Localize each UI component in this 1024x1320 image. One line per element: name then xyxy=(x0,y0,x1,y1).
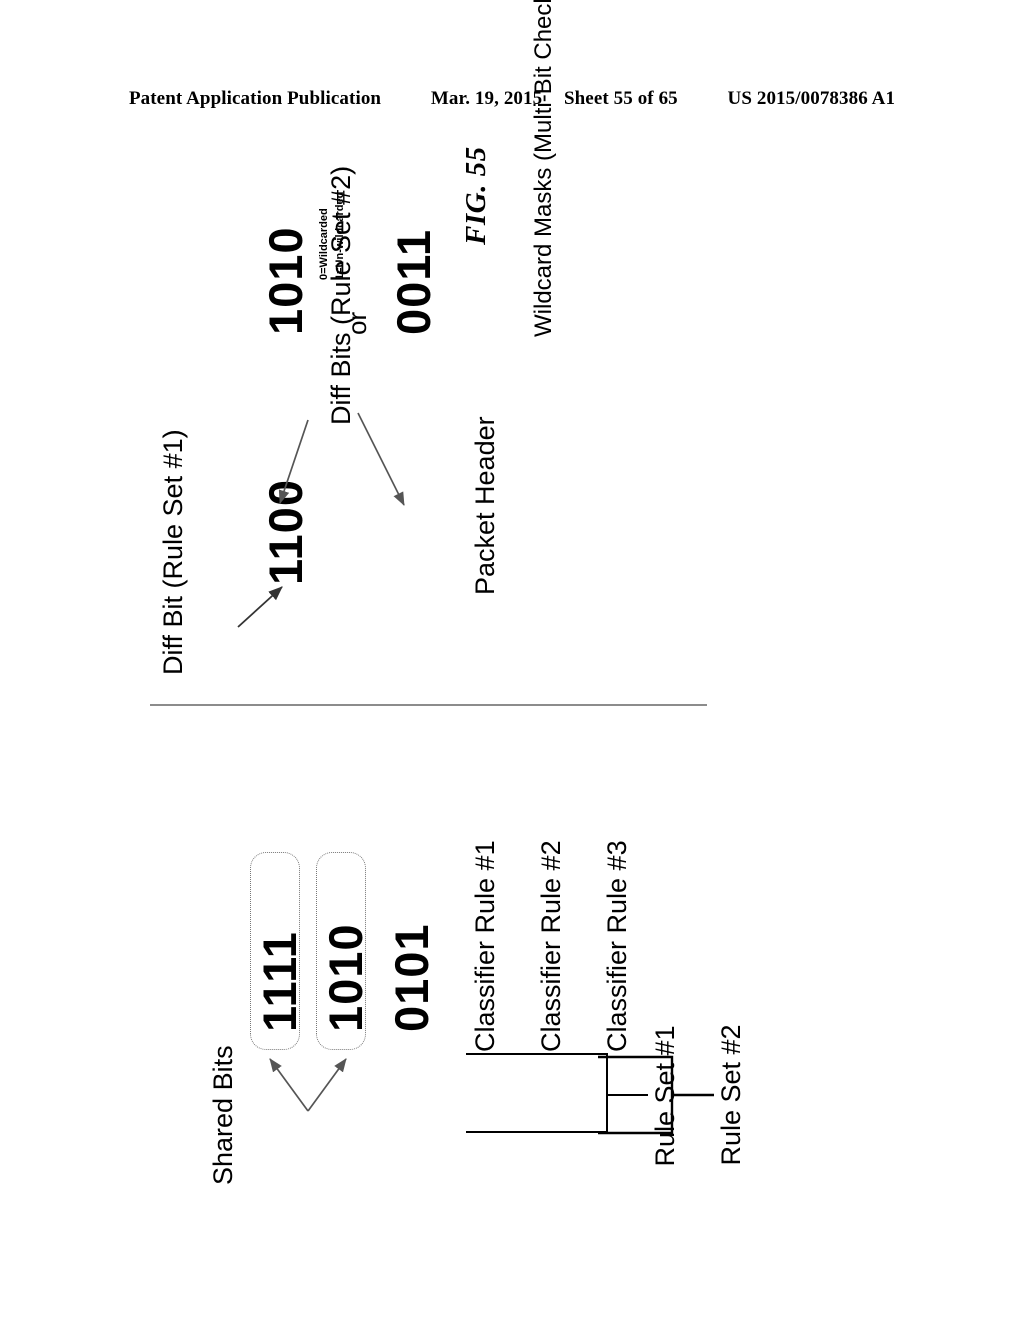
patent-header-line: Patent Application Publication Mar. 19, … xyxy=(0,88,1024,110)
rule-1-bits: 1111 xyxy=(253,931,306,1032)
classifier-rule-1-label: Classifier Rule #1 xyxy=(470,840,500,1052)
shared-bits-arrow-upper xyxy=(269,1058,309,1112)
packet-header-label: Packet Header xyxy=(470,416,500,595)
shared-bits-label: Shared Bits xyxy=(208,1045,238,1185)
diff-bit-rule-set-1-label: Diff Bit (Rule Set #1) xyxy=(158,429,188,675)
rule-set-1-bracket-stem xyxy=(606,1093,648,1096)
packet-header-bits: 1100 xyxy=(259,479,312,585)
rule-3-bits: 0101 xyxy=(385,923,438,1032)
wildcard-legend-line-1: 0=Wildcarded xyxy=(318,208,330,280)
classifier-rule-3-label: Classifier Rule #3 xyxy=(602,840,632,1052)
wildcard-mask-or: or xyxy=(342,311,372,335)
wildcard-masks-label: Wildcard Masks (Multi-Bit Check) xyxy=(530,0,557,337)
classifier-rule-2-label: Classifier Rule #2 xyxy=(536,840,566,1052)
shared-bits-arrow-lower xyxy=(307,1058,347,1112)
wildcard-mask-b: 0011 xyxy=(387,229,440,335)
rule-set-1-label: Rule Set #1 xyxy=(650,1025,680,1167)
figure-number-label: FIG. 55 xyxy=(460,146,492,245)
publication-title: Patent Application Publication xyxy=(128,88,382,109)
diff-bits-rule-set-2-arrow-b xyxy=(357,412,405,506)
rule-2-bits: 1010 xyxy=(319,923,372,1032)
figure-inner: Shared Bits 1111 1010 0101 Classifier Ru… xyxy=(132,0,892,1195)
diff-bit-rule-set-1-arrow xyxy=(237,586,283,628)
publication-date: Mar. 19, 2015 xyxy=(430,88,543,109)
patent-publication-number: US 2015/0078386 A1 xyxy=(727,88,896,109)
figure-canvas: Shared Bits 1111 1010 0101 Classifier Ru… xyxy=(132,0,892,1195)
wildcard-mask-a: 1010 xyxy=(259,226,312,335)
sheet-number: Sheet 55 of 65 xyxy=(563,88,678,109)
rule-set-1-bracket xyxy=(466,1053,608,1133)
figure-vector-layer xyxy=(150,412,714,1135)
rule-set-2-label: Rule Set #2 xyxy=(716,1024,746,1166)
wildcard-legend-line-2: 1=Un-wildcarded xyxy=(334,191,346,280)
shared-bits-arrow-group xyxy=(269,1058,347,1112)
